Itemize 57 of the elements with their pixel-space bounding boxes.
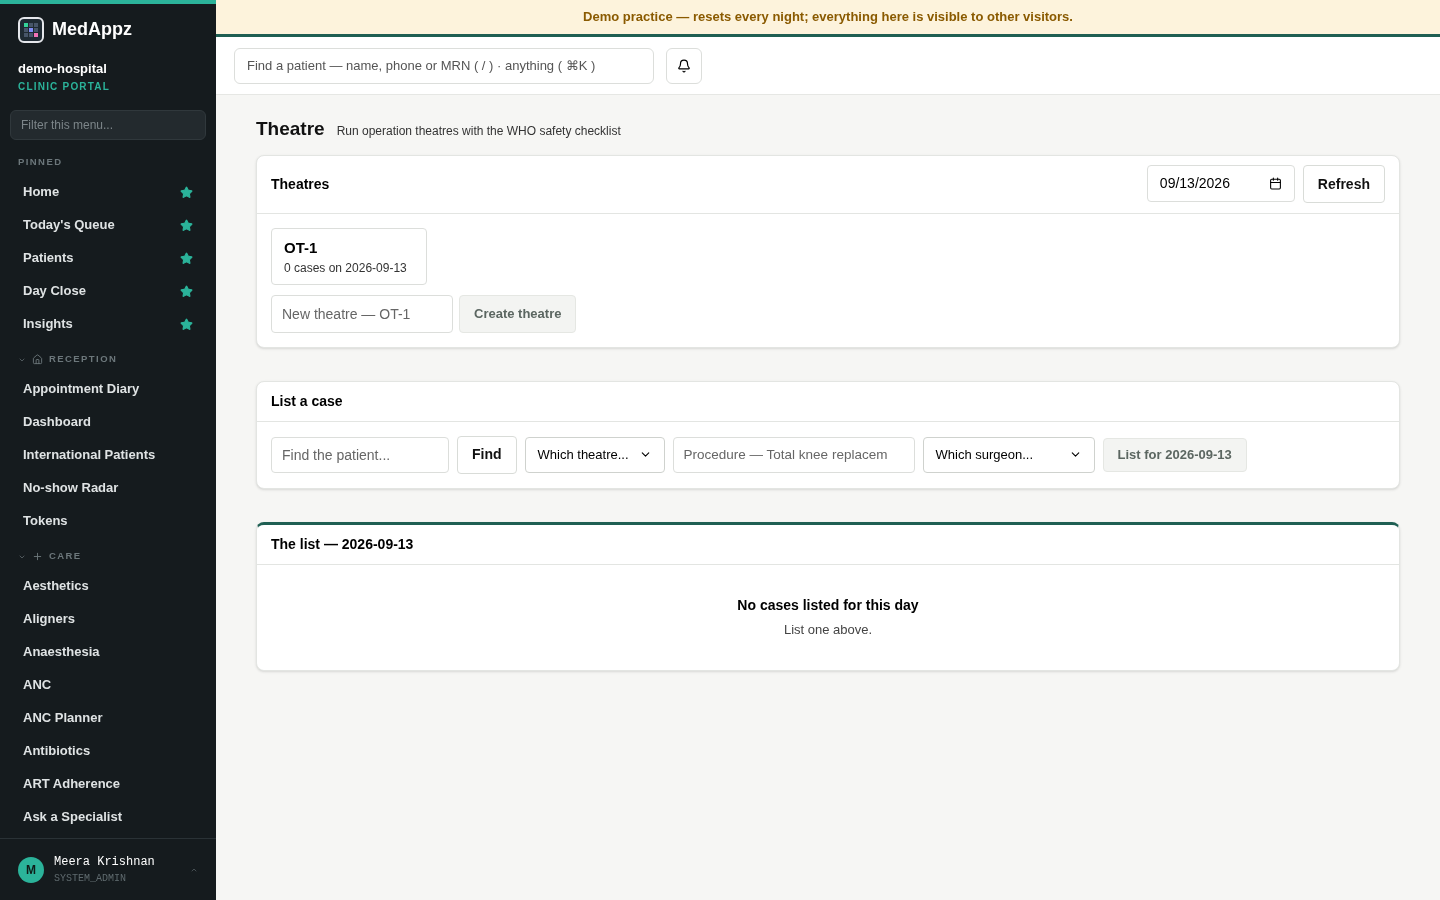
sidebar-item[interactable]: Aesthetics <box>10 569 206 603</box>
sidebar-item[interactable]: ANC Planner <box>10 701 206 735</box>
sidebar-item[interactable]: Ask a Specialist <box>10 800 206 834</box>
calendar-icon[interactable] <box>1268 177 1282 190</box>
logo-icon <box>18 16 44 43</box>
home-icon <box>32 354 43 365</box>
card-title: List a case <box>271 391 343 411</box>
user-name: Meera Krishnan <box>54 854 156 871</box>
portal-label: CLINIC PORTAL <box>18 79 112 94</box>
sidebar-item[interactable]: ANC <box>10 668 206 702</box>
sidebar-item[interactable]: Aligners <box>10 602 206 636</box>
star-icon[interactable] <box>180 251 193 265</box>
sidebar-item[interactable]: Patients <box>10 241 206 275</box>
empty-title: No cases listed for this day <box>737 595 919 615</box>
user-role: SYSTEM_ADMIN <box>54 872 127 886</box>
star-icon[interactable] <box>180 284 193 298</box>
action-button[interactable]: Find <box>457 435 517 474</box>
card-title: The list — 2026-09-13 <box>271 534 414 554</box>
plus-icon <box>32 551 43 562</box>
sidebar-item[interactable]: No-show Radar <box>10 471 206 505</box>
card-title: Theatres <box>271 174 330 194</box>
search-field[interactable]: Find a patient — name, phone or MRN ( / ) · anything ( ⌘K ) <box>234 47 654 84</box>
section-title: PINNED <box>18 155 63 170</box>
section-title: RECEPTION <box>49 352 118 367</box>
theatre-select[interactable]: Which theatre... <box>524 436 665 473</box>
page-subtitle: Run operation theatres with the WHO safety checklist <box>336 123 621 140</box>
sidebar-item[interactable]: Day Close <box>10 274 206 308</box>
action-button[interactable]: Refresh <box>1302 165 1385 203</box>
theatre-name-field[interactable]: New theatre — OT-1 <box>271 294 453 333</box>
sidebar-item[interactable]: Tokens <box>10 504 206 538</box>
procedure-field[interactable]: Procedure — Total knee replacem <box>672 436 915 473</box>
sidebar-item[interactable]: Appointment Diary <box>10 372 206 406</box>
section-title: CARE <box>49 549 82 564</box>
notification-button[interactable] <box>666 47 702 84</box>
demo-banner: Demo practice — resets every night; everything here is visible to other visitors. <box>216 0 1440 37</box>
brand-name: MedAppz <box>52 18 132 41</box>
star-icon[interactable] <box>180 185 193 199</box>
surgeon-select[interactable]: Which surgeon... <box>922 436 1095 473</box>
bell-icon <box>677 58 691 73</box>
sidebar-item[interactable]: Home <box>10 175 206 209</box>
sidebar-item[interactable]: Antibiotics <box>10 734 206 768</box>
date-field[interactable]: 09/13/2026 <box>1146 165 1295 202</box>
sidebar-item[interactable]: Anaesthesia <box>10 635 206 669</box>
sidebar-item[interactable]: Dashboard <box>10 405 206 439</box>
sidebar-item[interactable]: Today's Queue <box>10 208 206 242</box>
sidebar-item[interactable]: ART Adherence <box>10 767 206 801</box>
star-icon[interactable] <box>180 218 193 232</box>
star-icon[interactable] <box>180 317 193 331</box>
page-title: Theatre <box>256 117 325 141</box>
empty-hint: List one above. <box>783 620 873 639</box>
theatre-card[interactable]: OT-1 0 cases on 2026-09-13 <box>271 227 427 285</box>
user-avatar: M <box>18 856 44 883</box>
sidebar-item[interactable]: Insights <box>10 307 206 341</box>
sidebar-item[interactable]: International Patients <box>10 438 206 472</box>
org-name: demo-hospital <box>18 60 108 78</box>
filter-field[interactable]: Filter this menu... <box>10 109 206 140</box>
patient-field[interactable]: Find the patient... <box>271 436 449 473</box>
